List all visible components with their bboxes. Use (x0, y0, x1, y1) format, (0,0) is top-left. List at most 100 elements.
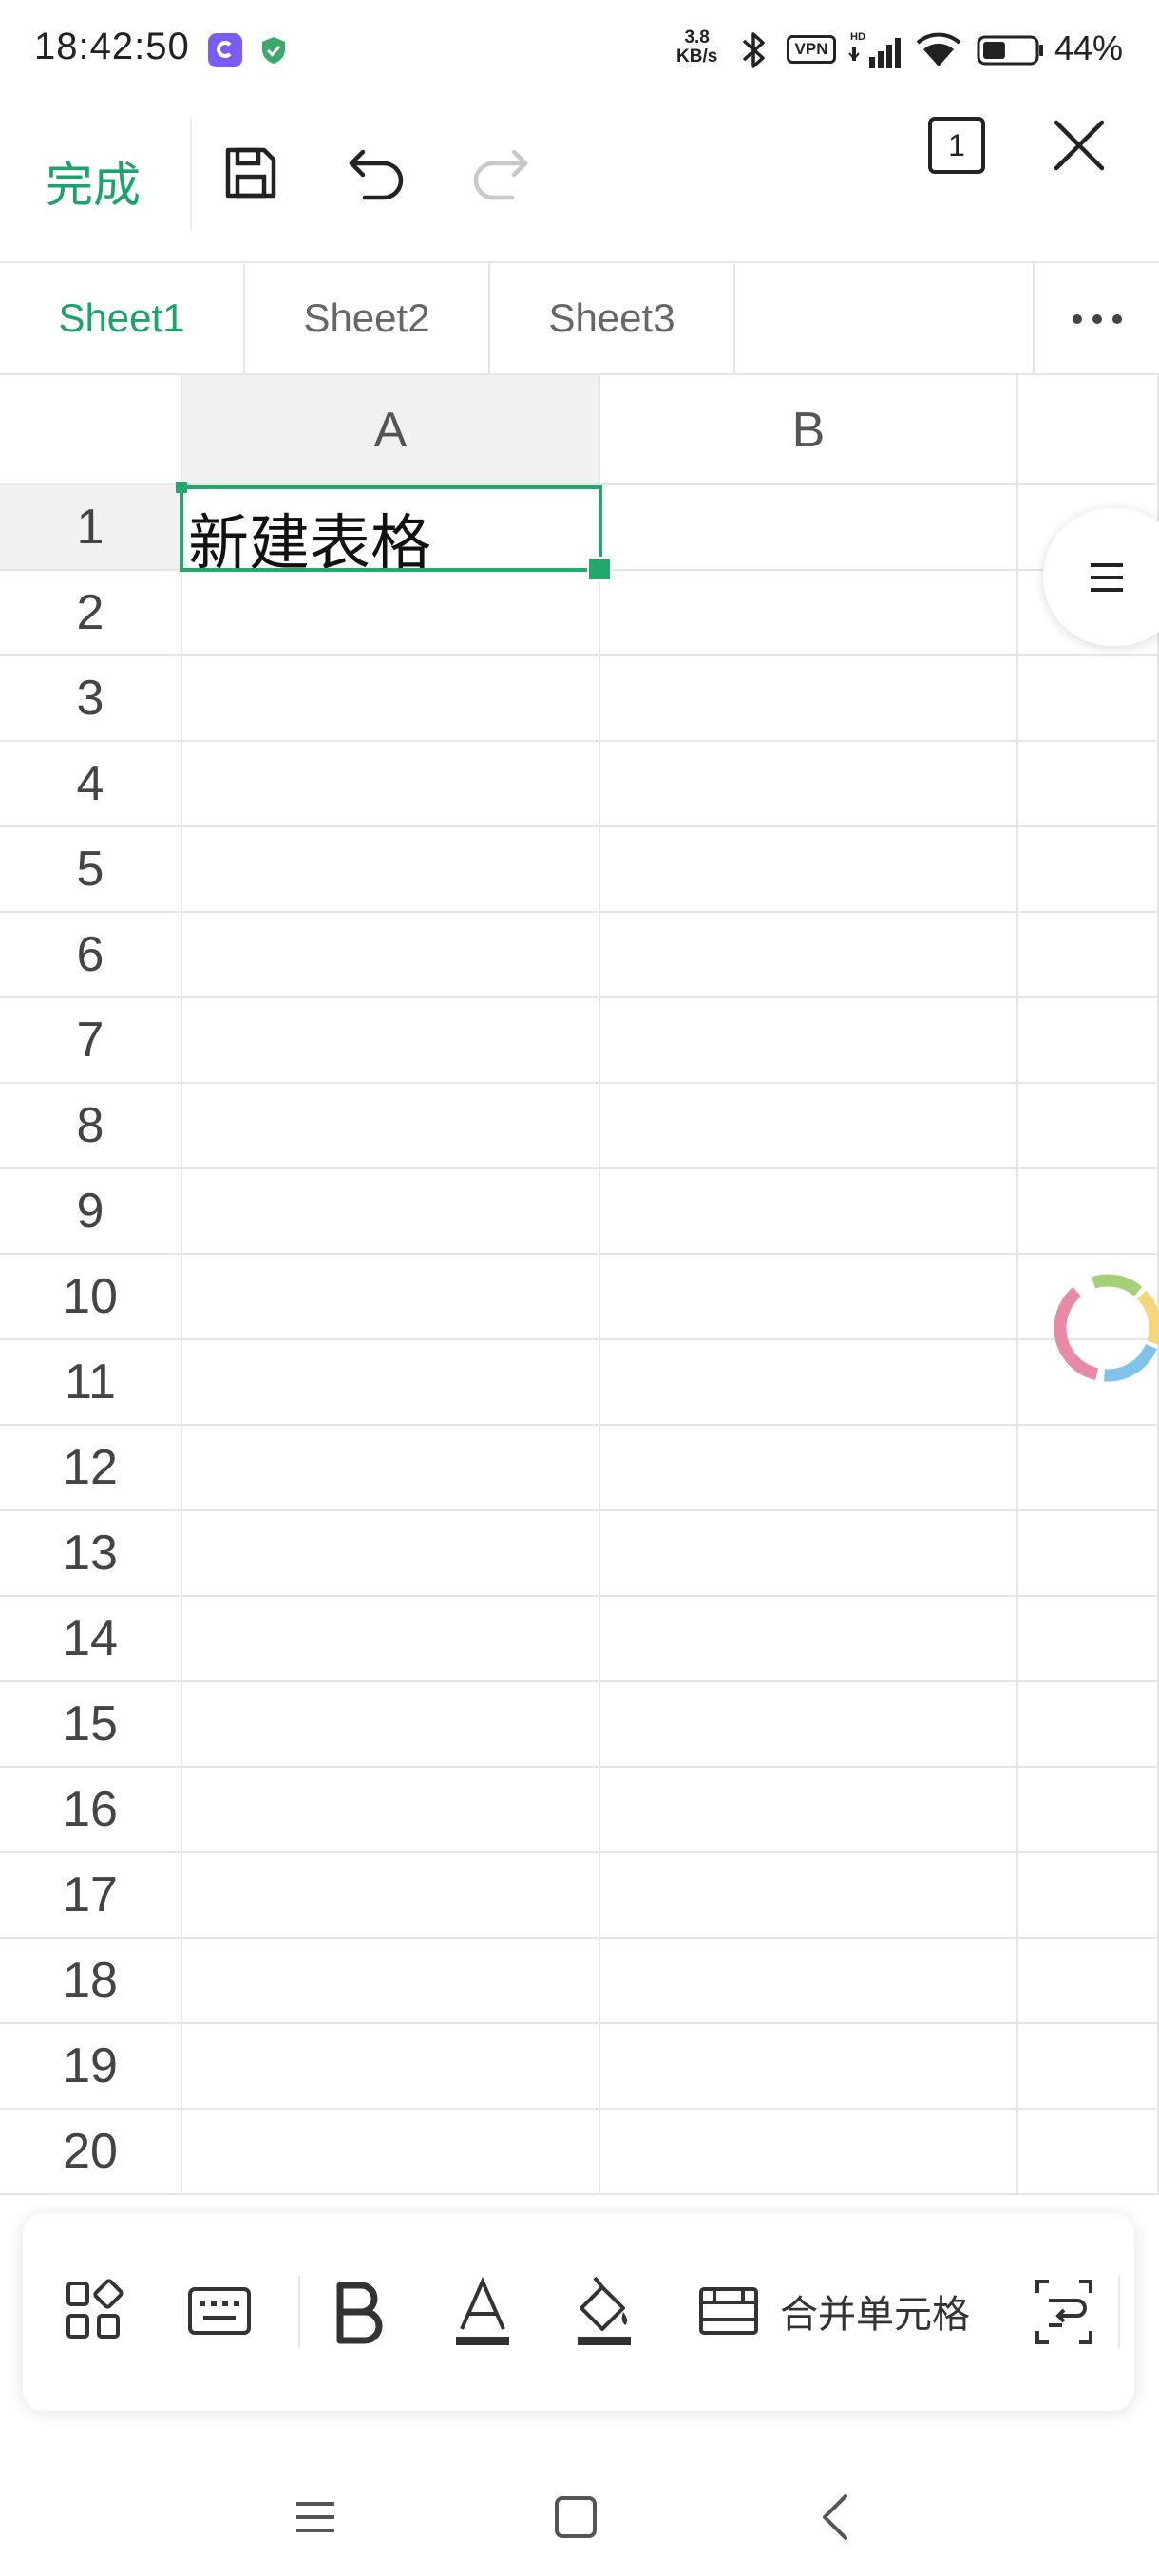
grid-cell[interactable] (182, 1768, 600, 1853)
grid-cell[interactable] (1018, 1853, 1159, 1939)
grid-cell[interactable] (182, 827, 600, 913)
grid-cell[interactable] (1018, 1768, 1159, 1853)
grid-cell[interactable] (600, 1768, 1018, 1853)
row-header[interactable]: 7 (0, 998, 182, 1084)
grid-cell[interactable] (600, 1255, 1018, 1340)
row-header[interactable]: 13 (0, 1511, 182, 1597)
grid-cell[interactable] (182, 742, 600, 827)
more-dots-icon[interactable] (1033, 263, 1159, 373)
tab-sheet3[interactable]: Sheet3 (490, 263, 735, 373)
redo-icon[interactable] (468, 142, 533, 203)
menu-nav-icon[interactable] (287, 2489, 344, 2546)
column-header-a[interactable]: A (182, 375, 600, 485)
grid-cell[interactable] (1018, 1426, 1159, 1511)
row-header[interactable]: 18 (0, 1939, 182, 2024)
grid-cell[interactable] (182, 1426, 600, 1511)
grid-cell[interactable] (600, 1853, 1018, 1939)
grid-cell[interactable] (182, 1340, 600, 1426)
close-icon[interactable] (1053, 119, 1106, 172)
grid-cell[interactable] (600, 827, 1018, 913)
grid-cell[interactable] (182, 1853, 600, 1939)
row-header[interactable]: 3 (0, 656, 182, 742)
grid-cell[interactable] (182, 571, 600, 656)
row-header[interactable]: 15 (0, 1682, 182, 1768)
grid-cell[interactable] (182, 2024, 600, 2110)
grid-cell[interactable] (1018, 1511, 1159, 1597)
grid-cell[interactable] (600, 1426, 1018, 1511)
row-header[interactable]: 16 (0, 1768, 182, 1853)
grid-cell[interactable] (600, 1939, 1018, 2024)
grid-cell[interactable] (600, 1682, 1018, 1768)
row-header[interactable]: 9 (0, 1169, 182, 1255)
tab-sheet1[interactable]: Sheet1 (0, 263, 245, 373)
save-icon[interactable] (220, 142, 281, 203)
grid-cell[interactable] (182, 2110, 600, 2195)
column-header-b[interactable]: B (600, 375, 1018, 485)
grid-cell[interactable] (1018, 1939, 1159, 2024)
merge-cells-icon[interactable] (697, 2274, 760, 2350)
home-nav-icon[interactable] (547, 2489, 604, 2546)
grid-cell[interactable] (182, 1511, 600, 1597)
grid-cell[interactable] (182, 1169, 600, 1255)
grid-cell[interactable] (600, 1340, 1018, 1426)
grid-cell[interactable] (600, 1084, 1018, 1169)
grid-cell[interactable] (1018, 2024, 1159, 2110)
tab-sheet2[interactable]: Sheet2 (245, 263, 490, 373)
grid-cell[interactable] (600, 742, 1018, 827)
column-header-c[interactable] (1018, 375, 1159, 485)
grid-cell[interactable] (1018, 1084, 1159, 1169)
font-color-icon[interactable] (452, 2274, 513, 2350)
grid-cell[interactable] (600, 1169, 1018, 1255)
row-header[interactable]: 2 (0, 571, 182, 656)
keyboard-icon[interactable] (186, 2274, 253, 2350)
undo-icon[interactable] (344, 142, 408, 203)
grid-cell[interactable] (1018, 656, 1159, 742)
grid-cell[interactable] (1018, 998, 1159, 1084)
row-header[interactable]: 4 (0, 742, 182, 827)
grid-cell[interactable] (182, 998, 600, 1084)
grid-cell[interactable] (182, 1682, 600, 1768)
apps-grid-icon[interactable] (63, 2274, 125, 2350)
row-header[interactable]: 1 (0, 485, 182, 571)
grid-cell[interactable] (600, 656, 1018, 742)
grid-cell[interactable] (600, 1597, 1018, 1682)
grid-cell[interactable] (1018, 742, 1159, 827)
grid-cell[interactable] (182, 1084, 600, 1169)
back-nav-icon[interactable] (808, 2489, 864, 2546)
row-header[interactable]: 12 (0, 1426, 182, 1511)
grid-cell[interactable] (182, 1597, 600, 1682)
grid-cell[interactable] (600, 485, 1018, 571)
row-header[interactable]: 17 (0, 1853, 182, 1939)
grid-cell[interactable] (600, 2024, 1018, 2110)
grid-cell[interactable] (1018, 827, 1159, 913)
row-header[interactable]: 8 (0, 1084, 182, 1169)
wrap-text-icon[interactable] (1034, 2274, 1094, 2350)
row-header[interactable]: 6 (0, 913, 182, 998)
bold-icon[interactable] (329, 2274, 388, 2350)
grid-cell[interactable] (182, 1255, 600, 1340)
grid-cell[interactable] (600, 1511, 1018, 1597)
row-header[interactable]: 11 (0, 1340, 182, 1426)
grid-cell[interactable] (600, 2110, 1018, 2195)
sheet-count-button[interactable]: 1 (928, 117, 985, 174)
row-header[interactable]: 10 (0, 1255, 182, 1340)
merge-cells-label[interactable]: 合并单元格 (780, 2283, 970, 2339)
grid-cell[interactable] (600, 998, 1018, 1084)
grid-cell[interactable] (1018, 913, 1159, 998)
grid-cell[interactable] (182, 913, 600, 998)
spreadsheet-grid[interactable]: A B 1 新建表格 2 3 4 5 6 7 8 9 10 11 12 13 14 15 16 17 18 19 20 (0, 375, 1159, 2203)
row-header[interactable]: 20 (0, 2110, 182, 2195)
row-header[interactable]: 19 (0, 2024, 182, 2110)
grid-cell[interactable]: 新建表格 (182, 485, 600, 578)
grid-cell[interactable] (600, 571, 1018, 656)
done-button[interactable]: 完成 (46, 147, 141, 216)
grid-cell[interactable] (1018, 2110, 1159, 2195)
grid-cell[interactable] (600, 913, 1018, 998)
grid-cell[interactable] (1018, 1682, 1159, 1768)
grid-cell[interactable] (1018, 1597, 1159, 1682)
fill-color-icon[interactable] (574, 2274, 635, 2350)
grid-cell[interactable] (1018, 1169, 1159, 1255)
grid-cell[interactable] (182, 656, 600, 742)
grid-cell[interactable] (182, 1939, 600, 2024)
select-all-corner[interactable] (0, 375, 182, 485)
